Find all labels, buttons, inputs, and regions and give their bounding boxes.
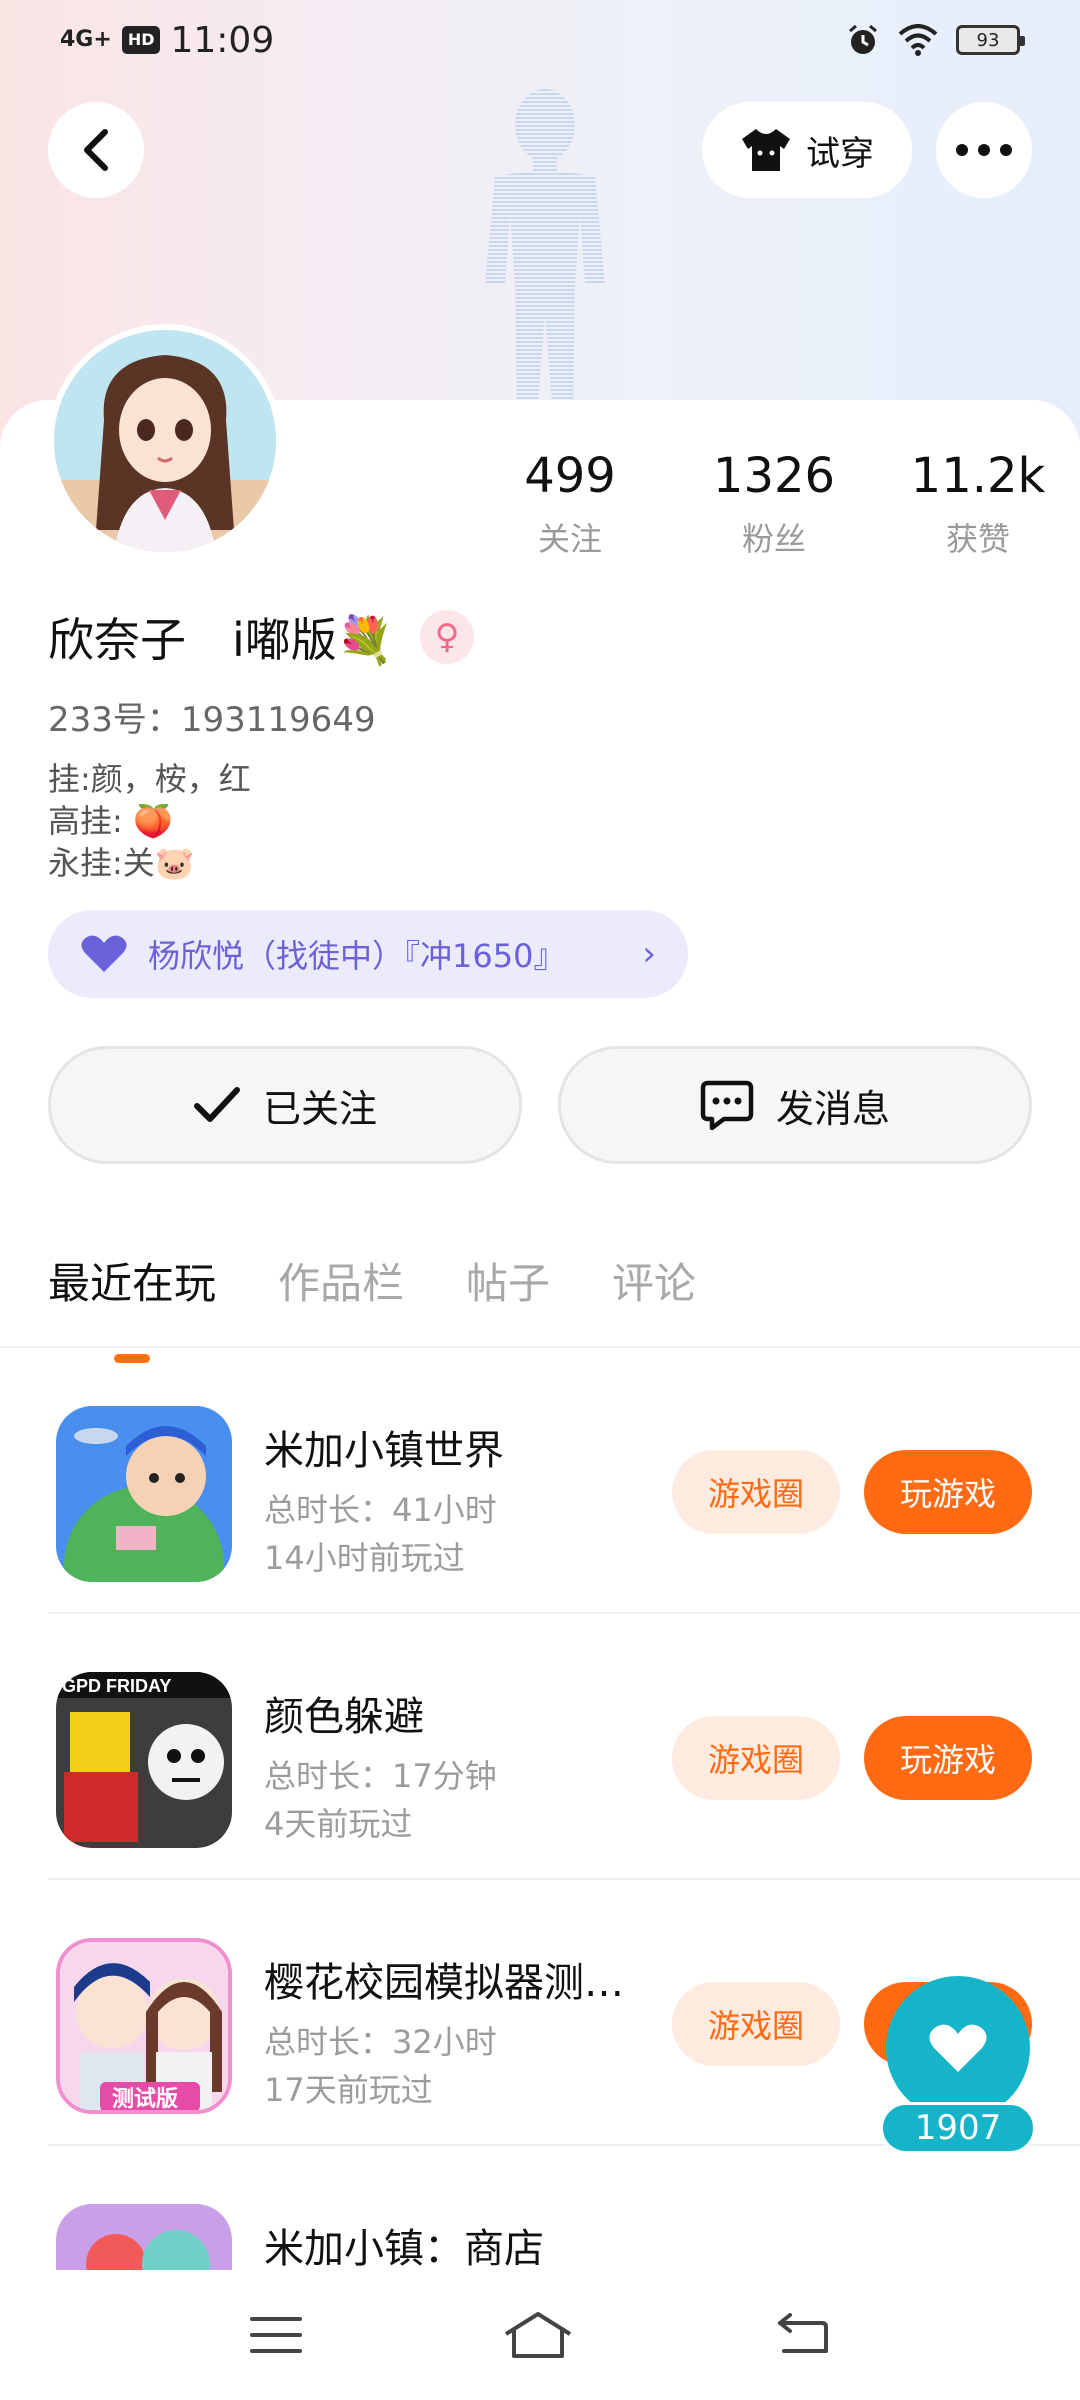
bio-line: 高挂: 🍑 [48, 802, 173, 840]
play-game-button[interactable]: 玩游戏 [864, 1716, 1032, 1800]
game-circle-button[interactable]: 游戏圈 [672, 1716, 840, 1800]
relationship-badge[interactable]: 杨欣悦（找徒中）『冲1650』 › [48, 910, 688, 998]
system-nav-bar [0, 2270, 1080, 2400]
stat-label: 粉丝 [741, 520, 806, 558]
home-icon[interactable] [502, 2310, 574, 2360]
tab-comments[interactable]: 评论 [612, 1250, 696, 1311]
stat-followers[interactable]: 1326 粉丝 [672, 448, 876, 560]
game-icon[interactable]: 测试版 [56, 1938, 232, 2114]
game-info: 米加小镇世界 总时长：41小时 14小时前玩过 [264, 1418, 654, 1578]
game-last-played: 17天前玩过 [264, 2071, 433, 2109]
more-dots-icon [956, 144, 1012, 156]
stat-value: 499 [524, 448, 616, 504]
stat-following[interactable]: 499 关注 [468, 448, 672, 560]
stat-label: 关注 [537, 520, 602, 558]
tab-recent-games[interactable]: 最近在玩 [48, 1250, 216, 1311]
avatar-figure-icon [485, 89, 605, 415]
stat-likes[interactable]: 11.2k 获赞 [876, 448, 1080, 560]
profile-tabs: 最近在玩 作品栏 帖子 评论 [48, 1250, 696, 1311]
play-game-button[interactable]: 玩游戏 [864, 1450, 1032, 1534]
game-info: 樱花校园模拟器测… 总时长：32小时 17天前玩过 [264, 1950, 654, 2110]
follow-button[interactable]: 已关注 [48, 1046, 522, 1164]
game-last-played: 14小时前玩过 [264, 1539, 465, 1577]
tab-works[interactable]: 作品栏 [278, 1250, 404, 1311]
profile-name: 欣奈子 i嘟版💐 [48, 613, 395, 667]
heart-icon [929, 2024, 987, 2072]
profile-stats: 499 关注 1326 粉丝 11.2k 获赞 [468, 448, 1080, 560]
list-item[interactable]: GPD FRIDAY 颜色躲避 总时长：17分钟 4天前玩过 游戏圈 玩游戏 [0, 1614, 1080, 1880]
like-circle[interactable] [886, 1976, 1030, 2120]
game-info: 颜色躲避 总时长：17分钟 4天前玩过 [264, 1684, 654, 1844]
chevron-right-icon: › [642, 934, 656, 974]
game-title: 樱花校园模拟器测… [264, 1960, 624, 2006]
profile-bio: 挂:颜，桉，红 高挂: 🍑 永挂:关🐷 [48, 758, 251, 884]
female-gender-icon: ♀ [420, 610, 475, 664]
back-nav-icon[interactable] [774, 2313, 830, 2357]
try-on-button[interactable]: 试穿 [702, 102, 912, 198]
try-on-label: 试穿 [806, 133, 874, 174]
game-duration: 总时长：41小时 [264, 1491, 497, 1529]
game-title: 颜色躲避 [264, 1694, 424, 1740]
wifi-icon [898, 24, 938, 56]
game-duration: 总时长：32小时 [264, 2023, 497, 2061]
game-icon-text: GPD FRIDAY [62, 1676, 171, 1696]
game-artwork-icon: GPD FRIDAY [56, 1672, 232, 1848]
tshirt-icon [742, 129, 790, 171]
relationship-text: 杨欣悦（找徒中）『冲1650』 [148, 937, 566, 975]
message-label: 发消息 [775, 1086, 890, 1131]
battery-level: 93 [976, 29, 1000, 51]
game-circle-button[interactable]: 游戏圈 [672, 1450, 840, 1534]
hd-icon: HD [121, 26, 161, 54]
game-circle-button[interactable]: 游戏圈 [672, 1982, 840, 2066]
message-button[interactable]: 发消息 [558, 1046, 1032, 1164]
game-title: 米加小镇：商店 [264, 2226, 544, 2272]
tab-posts[interactable]: 帖子 [466, 1250, 550, 1311]
bio-line: 永挂:关🐷 [48, 844, 195, 882]
game-icon[interactable]: GPD FRIDAY [56, 1672, 232, 1848]
stat-label: 获赞 [945, 520, 1010, 558]
stat-value: 1326 [712, 448, 836, 504]
profile-name-row: 欣奈子 i嘟版💐 ♀ [48, 604, 475, 670]
signal-icon: 4G+ [60, 27, 112, 52]
game-icon[interactable] [56, 1406, 232, 1582]
profile-actions: 已关注 发消息 [48, 1046, 1032, 1164]
heart-icon [81, 935, 127, 972]
follow-label: 已关注 [262, 1086, 377, 1131]
game-artwork-icon: 测试版 [60, 1942, 228, 2112]
status-bar: 4G+ HD 11:09 93 [0, 0, 1080, 80]
game-info: 米加小镇：商店 [264, 2216, 654, 2274]
back-button[interactable] [48, 102, 144, 198]
more-button[interactable] [936, 102, 1032, 198]
list-item[interactable]: 米加小镇世界 总时长：41小时 14小时前玩过 游戏圈 玩游戏 [0, 1348, 1080, 1614]
game-artwork-icon [56, 1406, 232, 1582]
like-float-button[interactable]: 1907 [880, 1976, 1036, 2156]
check-icon [193, 1087, 240, 1122]
chat-bubble-icon [700, 1080, 754, 1130]
stat-value: 11.2k [910, 448, 1046, 504]
avatar-portrait-icon [54, 330, 276, 552]
battery-icon: 93 [956, 25, 1025, 55]
game-duration: 总时长：17分钟 [264, 1757, 497, 1795]
game-icon-text: 测试版 [112, 2087, 178, 2112]
game-last-played: 4天前玩过 [264, 1805, 413, 1843]
back-arrow-icon [84, 129, 108, 171]
bio-line: 挂:颜，桉，红 [48, 760, 251, 798]
game-title: 米加小镇世界 [264, 1428, 504, 1474]
user-id: 233号：193119649 [48, 700, 376, 740]
status-time: 11:09 [170, 19, 275, 61]
alarm-icon [849, 24, 877, 54]
like-count: 1907 [880, 2102, 1036, 2154]
menu-icon[interactable] [250, 2315, 302, 2355]
avatar[interactable] [48, 324, 282, 558]
recent-games-list: 米加小镇世界 总时长：41小时 14小时前玩过 游戏圈 玩游戏 GPD FRID… [0, 1348, 1080, 2400]
